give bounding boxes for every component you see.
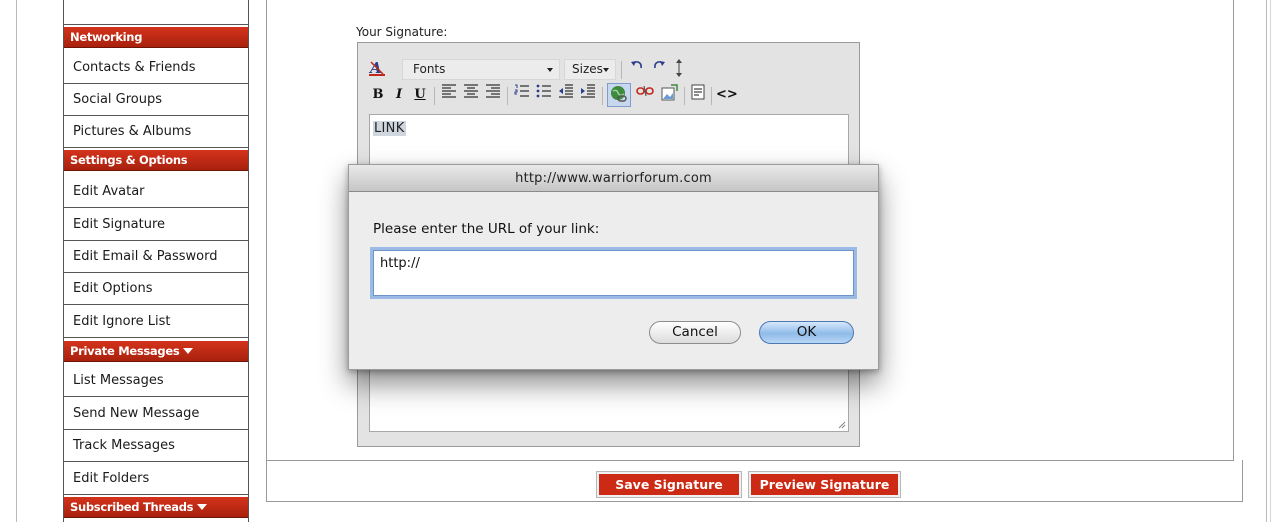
signature-selected-text: LINK <box>373 121 406 136</box>
user-cp-sidebar: Networking Contacts & Friends Social Gro… <box>63 0 249 522</box>
redo-icon[interactable] <box>650 58 668 80</box>
remove-link-icon[interactable] <box>635 84 655 106</box>
ordered-list-icon[interactable] <box>513 84 531 106</box>
bold-icon[interactable]: B <box>370 84 386 106</box>
collapse-arrow-icon[interactable] <box>197 504 208 510</box>
sidebar-item-pictures-albums[interactable]: Pictures & Albums <box>64 116 248 148</box>
toolbar-separator <box>507 87 508 105</box>
undo-icon[interactable] <box>628 58 646 80</box>
unordered-list-icon[interactable] <box>535 84 553 106</box>
source-mode-icon[interactable]: <> <box>716 84 738 106</box>
sidebar-header-subscribed-threads[interactable]: Subscribed Threads <box>64 497 248 518</box>
sidebar-item-social-groups[interactable]: Social Groups <box>64 84 248 116</box>
page-border-right <box>1266 0 1267 522</box>
url-prompt-dialog: http://www.warriorforum.com Please enter… <box>348 164 879 370</box>
indent-icon[interactable] <box>579 84 597 106</box>
sidebar-top-rule <box>64 24 248 25</box>
sidebar-header-label: Settings & Options <box>70 153 188 167</box>
editor-toolbar-row-2: B I U <> <box>366 83 846 108</box>
preview-signature-button[interactable]: Preview Signature <box>748 471 901 498</box>
insert-link-icon[interactable] <box>607 83 631 107</box>
toolbar-separator <box>602 87 603 105</box>
cancel-button[interactable]: Cancel <box>649 321 741 344</box>
page-border-left <box>16 0 17 522</box>
underline-icon[interactable]: U <box>412 84 428 106</box>
resize-icon[interactable] <box>672 58 686 80</box>
sidebar-item-contacts-friends[interactable]: Contacts & Friends <box>64 52 248 84</box>
save-signature-button[interactable]: Save Signature <box>596 471 742 498</box>
sidebar-item-edit-ignore-list[interactable]: Edit Ignore List <box>64 306 248 338</box>
size-select[interactable]: Sizes <box>564 59 616 80</box>
collapse-arrow-icon[interactable] <box>183 348 194 354</box>
sidebar-header-networking: Networking <box>64 27 248 48</box>
insert-image-icon[interactable] <box>659 84 679 106</box>
sidebar-item-edit-options[interactable]: Edit Options <box>64 273 248 305</box>
sidebar-item-edit-email-password[interactable]: Edit Email & Password <box>64 241 248 273</box>
toolbar-separator <box>621 61 622 79</box>
insert-quote-icon[interactable] <box>689 84 707 106</box>
align-right-icon[interactable] <box>484 84 502 106</box>
toolbar-separator <box>711 87 712 105</box>
sidebar-item-track-messages[interactable]: Track Messages <box>64 430 248 462</box>
size-select-value: Sizes <box>572 62 603 76</box>
toolbar-separator <box>684 87 685 105</box>
sidebar-header-label: Networking <box>70 30 143 44</box>
sidebar-header-label: Private Messages <box>70 344 180 358</box>
sidebar-item-edit-folders[interactable]: Edit Folders <box>64 463 248 495</box>
ok-button[interactable]: OK <box>759 321 854 344</box>
font-select[interactable]: Fonts <box>402 59 560 80</box>
sidebar-item-edit-avatar[interactable]: Edit Avatar <box>64 176 248 208</box>
resize-grip-icon[interactable] <box>836 419 846 429</box>
sidebar-header-settings-options: Settings & Options <box>64 150 248 171</box>
editor-toolbar-row-1: A Fonts Sizes <box>366 58 846 80</box>
toolbar-separator <box>434 87 435 105</box>
page-border-right-outer <box>1270 0 1271 522</box>
url-input[interactable]: http:// <box>373 250 854 296</box>
align-center-icon[interactable] <box>462 84 480 106</box>
dialog-title: http://www.warriorforum.com <box>349 165 878 192</box>
dropdown-arrow-icon <box>547 68 553 72</box>
align-left-icon[interactable] <box>440 84 458 106</box>
sidebar-item-send-new-message[interactable]: Send New Message <box>64 398 248 430</box>
sidebar-header-private-messages[interactable]: Private Messages <box>64 341 248 362</box>
remove-format-icon[interactable]: A <box>366 58 388 80</box>
italic-icon[interactable]: I <box>392 84 406 106</box>
dropdown-arrow-icon <box>603 68 609 72</box>
font-select-value: Fonts <box>413 62 446 76</box>
signature-label: Your Signature: <box>356 25 448 39</box>
sidebar-item-list-messages[interactable]: List Messages <box>64 365 248 397</box>
outdent-icon[interactable] <box>557 84 575 106</box>
sidebar-header-label: Subscribed Threads <box>70 500 194 514</box>
dialog-prompt-text: Please enter the URL of your link: <box>373 221 600 237</box>
sidebar-item-edit-signature[interactable]: Edit Signature <box>64 209 248 241</box>
